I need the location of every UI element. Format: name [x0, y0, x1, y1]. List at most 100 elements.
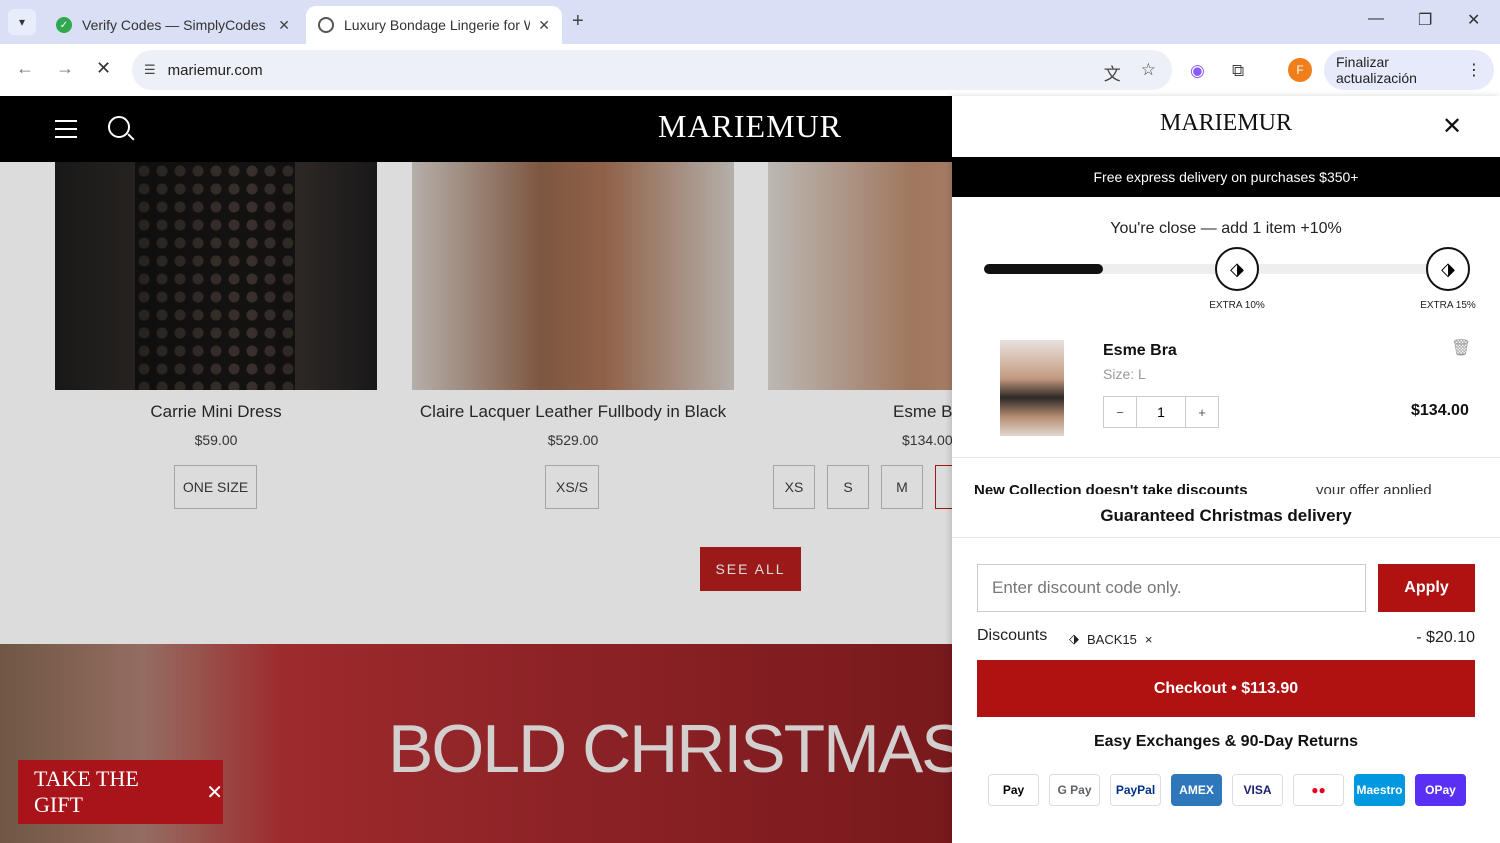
product-name[interactable]: Esme Br — [768, 402, 952, 422]
size-option[interactable]: S — [827, 465, 869, 509]
apple-pay-icon: Pay — [988, 774, 1039, 806]
google-pay-icon: G Pay — [1049, 774, 1100, 806]
offer-notice: your offer applied — [1316, 482, 1432, 494]
tier-label: EXTRA 15% — [1420, 300, 1476, 311]
product-card-esme[interactable]: Esme Br $134.00 — [768, 162, 952, 448]
apply-discount-button[interactable]: Apply — [1378, 564, 1475, 612]
tab-close-icon[interactable]: ✕ — [538, 17, 550, 34]
gift-close-icon[interactable]: ✕ — [206, 780, 223, 805]
address-bar[interactable]: ☰ mariemur.com 文 ☆ — [132, 50, 1172, 90]
take-the-gift-button[interactable]: TAKE THE GIFT ✕ — [18, 760, 223, 824]
size-option[interactable]: XS — [773, 465, 815, 509]
extension-simplycodes-icon[interactable]: ◉ — [1190, 61, 1205, 81]
loading-favicon-icon — [318, 17, 334, 33]
tag-icon: ⬗ — [1215, 247, 1259, 291]
checkout-button[interactable]: Checkout • $113.90 — [977, 660, 1475, 717]
minimize-icon[interactable]: — — [1368, 10, 1384, 28]
site-header: MARIEMUR — [0, 96, 952, 162]
site-logo[interactable]: MARIEMUR — [0, 108, 952, 145]
trash-icon[interactable]: 🗑 — [1451, 338, 1471, 358]
url-text: mariemur.com — [167, 61, 263, 79]
chevron-down-icon: ▾ — [18, 15, 26, 29]
reward-tier-10: ⬗ EXTRA 10% — [1207, 247, 1267, 311]
discount-code-input[interactable] — [977, 564, 1366, 612]
product-card-carrie[interactable]: Carrie Mini Dress $59.00 — [55, 162, 377, 448]
restore-icon[interactable]: ❐ — [1418, 10, 1432, 30]
banner-title: BOLD CHRISTMAS C — [388, 711, 952, 787]
forward-arrow-icon[interactable]: → — [56, 58, 74, 79]
cart-item-name[interactable]: Esme Bra — [1103, 342, 1177, 360]
tab-title: Verify Codes — SimplyCodes — [82, 17, 266, 33]
tab-close-icon[interactable]: ✕ — [278, 17, 290, 34]
tab-simplycodes[interactable]: ✓ Verify Codes — SimplyCodes ✕ — [44, 6, 302, 44]
product-price: $59.00 — [194, 432, 238, 448]
discount-amount: - $20.10 — [1416, 629, 1475, 646]
discount-tag: ⬗ BACK15 × — [1069, 631, 1152, 647]
bookmark-star-icon[interactable]: ☆ — [1141, 60, 1156, 85]
visa-icon: VISA — [1232, 774, 1283, 806]
shop-pay-icon: OPay — [1415, 774, 1466, 806]
page-content: MARIEMUR Carrie Mini Dress $59.00 ONE SI… — [0, 96, 952, 843]
product-price: $134.00 — [902, 432, 952, 448]
payment-methods: Pay G Pay PayPal AMEX VISA ●● Maestro OP… — [988, 774, 1466, 806]
paypal-icon: PayPal — [1110, 774, 1161, 806]
cart-item-image[interactable] — [1000, 340, 1064, 436]
back-arrow-icon[interactable]: ← — [16, 58, 34, 79]
product-image[interactable] — [55, 162, 377, 390]
cart-item-size: Size: L — [1103, 366, 1146, 382]
quantity-value[interactable]: 1 — [1136, 397, 1186, 427]
tab-search-button[interactable]: ▾ — [8, 9, 36, 35]
size-option[interactable]: M — [881, 465, 923, 509]
product-name[interactable]: Claire Lacquer Leather Fullbody in Black — [412, 402, 734, 422]
close-icon[interactable]: ✕ — [1442, 112, 1462, 141]
size-options: ONE SIZE — [174, 465, 257, 509]
divider — [952, 537, 1500, 538]
update-button[interactable]: Finalizar actualización ⋮ — [1324, 50, 1494, 90]
product-price: $529.00 — [547, 432, 599, 448]
new-tab-icon[interactable]: + — [572, 10, 584, 33]
cart-item-price: $134.00 — [1411, 402, 1469, 419]
discounts-label: Discounts — [977, 627, 1048, 644]
tag-icon: ⬗ — [1426, 247, 1470, 291]
tab-mariemur[interactable]: Luxury Bondage Lingerie for Wo ✕ — [306, 6, 562, 44]
profile-avatar[interactable]: F — [1288, 58, 1312, 82]
cart-logo: MARIEMUR — [1159, 110, 1292, 136]
mastercard-icon: ●● — [1293, 774, 1344, 806]
stop-loading-icon[interactable]: ✕ — [96, 58, 111, 79]
returns-notice: Easy Exchanges & 90-Day Returns — [1093, 733, 1359, 750]
size-options: XS/S — [545, 465, 599, 509]
remove-discount-icon[interactable]: × — [1145, 632, 1153, 647]
maestro-icon: Maestro — [1354, 774, 1405, 806]
reward-tier-15: ⬗ EXTRA 15% — [1418, 247, 1478, 311]
gift-label: TAKE THE GIFT — [34, 766, 139, 817]
promo-bar: Free express delivery on purchases $350+ — [952, 157, 1500, 197]
size-option-selected[interactable]: L — [935, 465, 952, 509]
collection-notice: New Collection doesn't take discounts — [974, 482, 1248, 494]
size-option[interactable]: ONE SIZE — [174, 465, 257, 509]
tier-label: EXTRA 10% — [1209, 300, 1265, 311]
product-image[interactable] — [768, 162, 952, 390]
simplycodes-favicon-icon: ✓ — [56, 17, 72, 33]
translate-icon[interactable]: 文 — [1104, 60, 1121, 85]
tab-title: Luxury Bondage Lingerie for Wo — [344, 17, 531, 33]
extensions-puzzle-icon[interactable]: ⧉ — [1232, 61, 1244, 81]
see-all-button[interactable]: SEE ALL — [700, 547, 801, 591]
more-menu-icon: ⋮ — [1466, 62, 1482, 79]
decrease-quantity-button[interactable]: − — [1104, 397, 1136, 427]
size-option[interactable]: XS/S — [545, 465, 599, 509]
product-card-claire[interactable]: Claire Lacquer Leather Fullbody in Black… — [412, 162, 734, 448]
tag-icon: ⬗ — [1069, 631, 1079, 646]
product-name[interactable]: Carrie Mini Dress — [55, 402, 377, 422]
cart-item: Esme Bra Size: L − 1 + $134.00 🗑 — [952, 334, 1500, 458]
increase-quantity-button[interactable]: + — [1186, 397, 1218, 427]
amex-icon: AMEX — [1171, 774, 1222, 806]
site-settings-icon[interactable]: ☰ — [144, 62, 156, 78]
browser-tab-bar: ▾ ✓ Verify Codes — SimplyCodes ✕ Luxury … — [0, 0, 1500, 44]
update-label: Finalizar actualización — [1336, 54, 1417, 86]
progress-message: You're close — add 1 item +10% — [1110, 220, 1342, 237]
window-close-icon[interactable]: ✕ — [1467, 10, 1480, 30]
discount-row: Discounts ⬗ BACK15 × - $20.10 — [977, 626, 1475, 650]
browser-toolbar: ← → ✕ ☰ mariemur.com 文 ☆ ◉ ⧉ F Finalizar… — [0, 44, 1500, 96]
quantity-stepper: − 1 + — [1103, 396, 1219, 428]
product-image[interactable] — [412, 162, 734, 390]
